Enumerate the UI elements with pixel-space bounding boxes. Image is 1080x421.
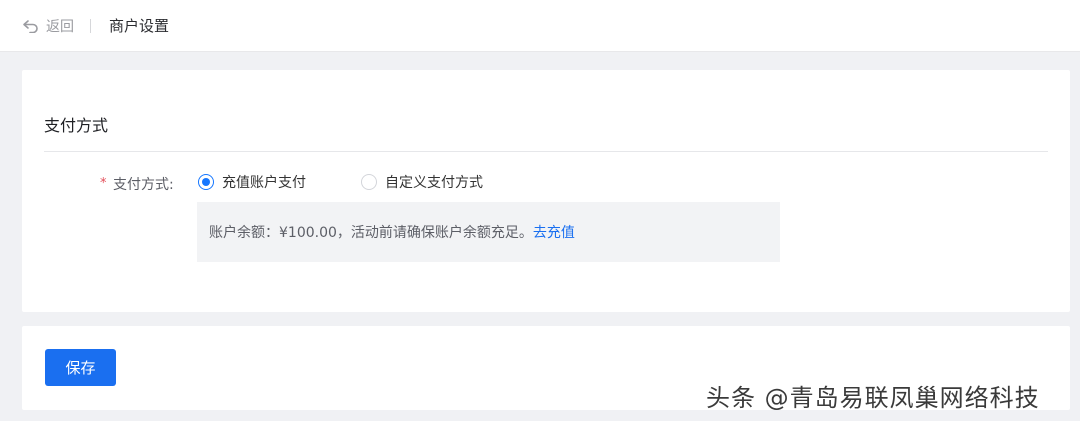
section-title: 支付方式: [44, 116, 109, 135]
header-divider: [90, 18, 91, 33]
back-button[interactable]: 返回: [22, 16, 74, 36]
radio-unchecked-icon: [361, 174, 377, 190]
balance-notice: 账户余额：¥100.00，活动前请确保账户余额充足。 去充值: [197, 202, 780, 262]
save-button[interactable]: 保存: [45, 349, 116, 386]
page: 返回 商户设置 支付方式 * 支付方式: 充值账户支付 自定义支付方式 账户余额…: [0, 0, 1080, 421]
page-title: 商户设置: [109, 17, 170, 35]
balance-text: 账户余额：¥100.00，活动前请确保账户余额充足。: [209, 225, 533, 241]
radio-checked-icon: [198, 174, 214, 190]
payment-method-label: 支付方式:: [113, 177, 174, 193]
required-asterisk: *: [100, 176, 107, 191]
watermark: 头条 @青岛易联凤巢网络科技: [706, 384, 1040, 412]
payment-method-row: * 支付方式: 充值账户支付 自定义支付方式: [0, 172, 1080, 194]
back-label: 返回: [46, 18, 74, 35]
back-arrow-icon: [22, 19, 40, 33]
top-bar: 返回 商户设置: [0, 0, 1080, 52]
radio-recharge-account[interactable]: 充值账户支付: [198, 172, 306, 192]
radio-recharge-account-label: 充值账户支付: [222, 175, 306, 191]
topup-link[interactable]: 去充值: [533, 222, 575, 242]
radio-custom-payment[interactable]: 自定义支付方式: [361, 172, 483, 192]
section-divider: [44, 151, 1048, 152]
radio-custom-payment-label: 自定义支付方式: [385, 175, 483, 191]
